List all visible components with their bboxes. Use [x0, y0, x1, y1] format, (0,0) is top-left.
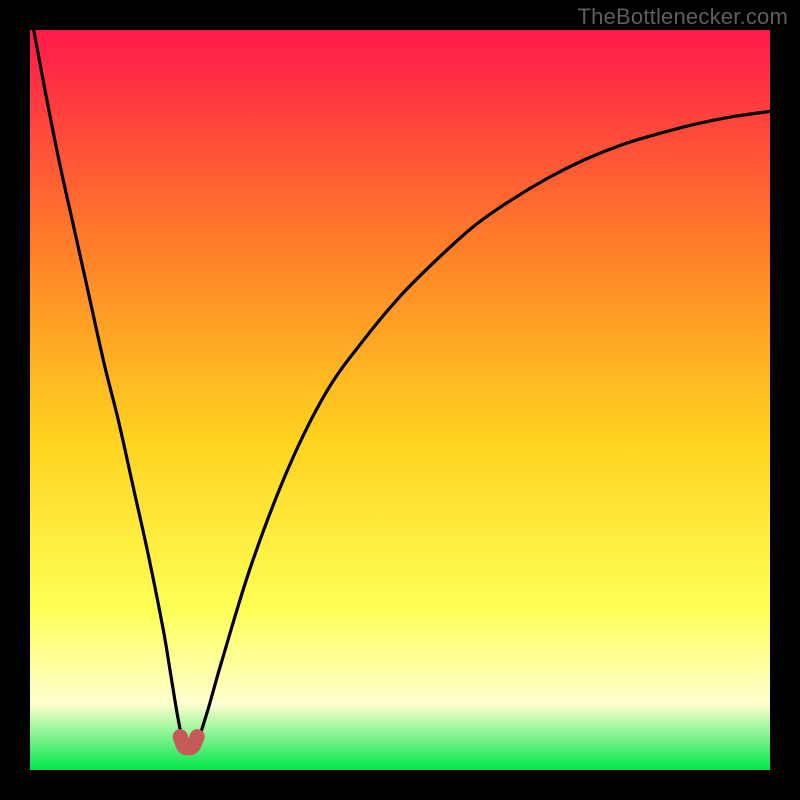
- plot-area: [30, 30, 770, 770]
- gradient-background: [30, 30, 770, 770]
- attribution-text: TheBottlenecker.com: [578, 4, 788, 30]
- chart-frame: TheBottlenecker.com: [0, 0, 800, 800]
- minimum-marker: [180, 737, 197, 748]
- plot-svg: [30, 30, 770, 770]
